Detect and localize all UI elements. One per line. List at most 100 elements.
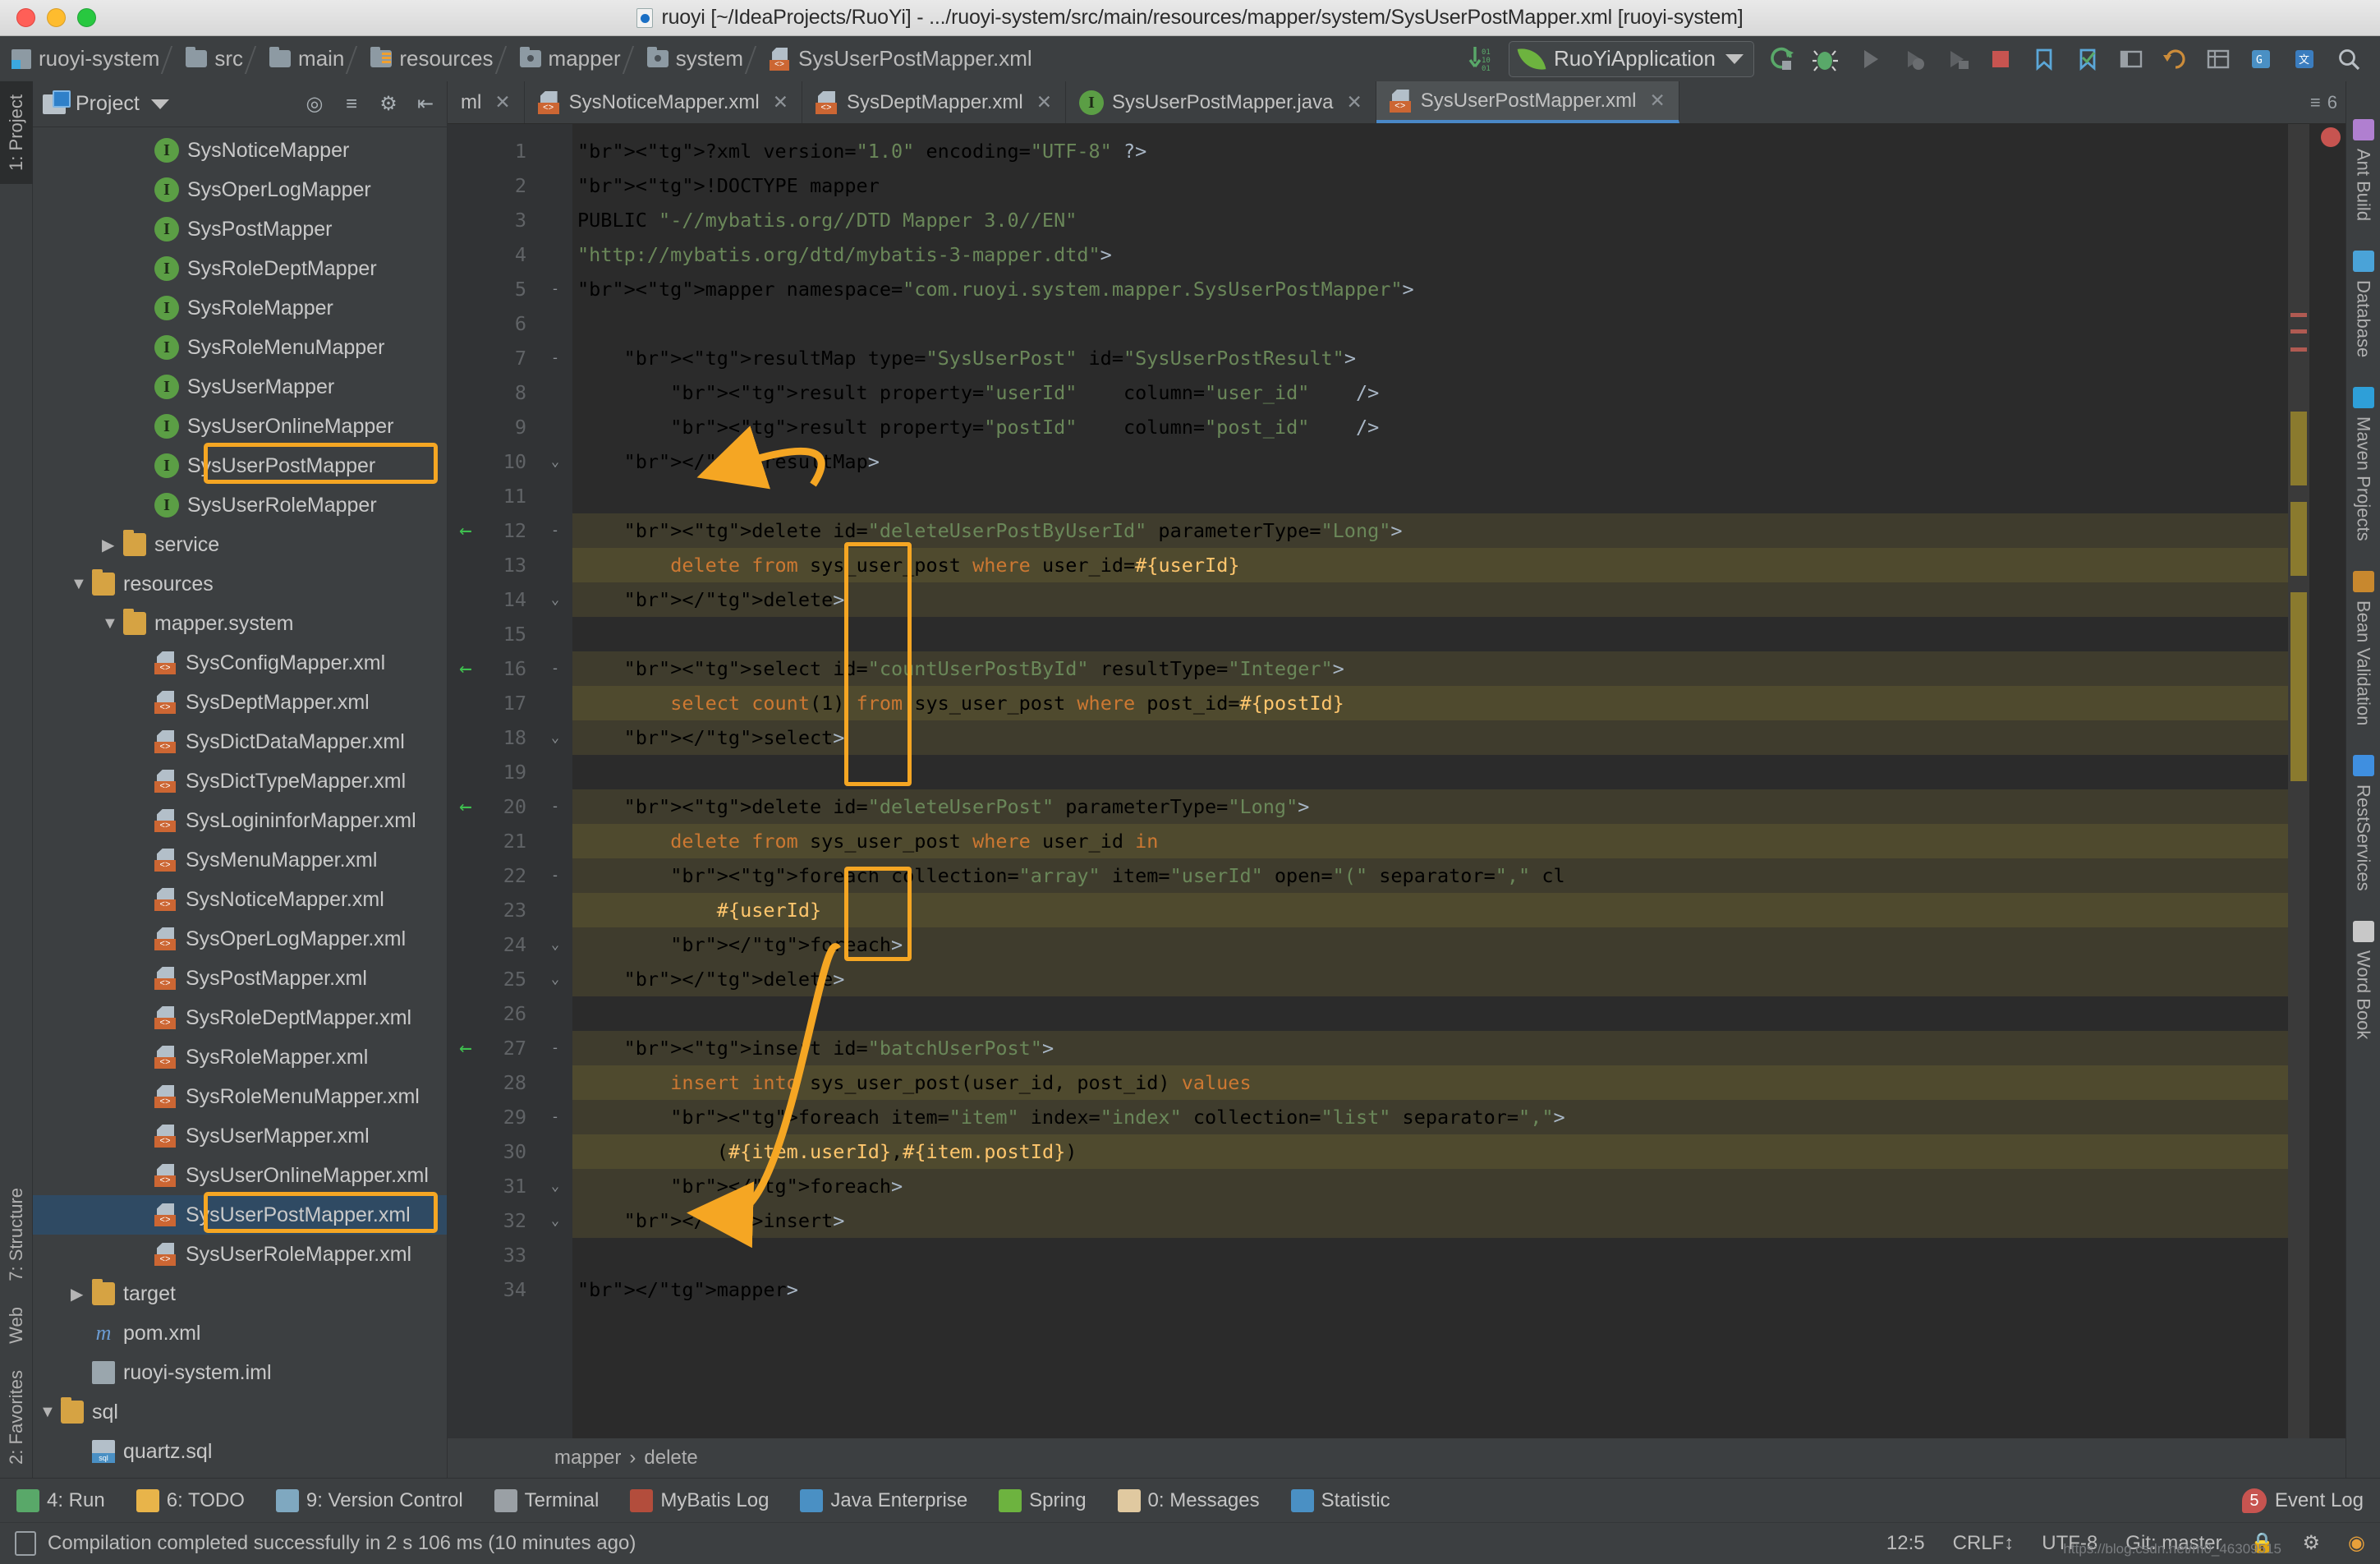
implementation-marker-icon[interactable]: ← — [459, 789, 472, 824]
editor-main[interactable]: 1234567891011←12131415←16171819←20212223… — [448, 124, 2346, 1438]
editor-code[interactable]: "br"><"tg">?xml version="1.0" encoding="… — [572, 124, 2288, 1438]
right-tool-tab[interactable]: Maven Projects — [2347, 372, 2380, 556]
editor-tab[interactable]: <>SysNoticeMapper.xml✕ — [525, 81, 802, 123]
debug-icon[interactable] — [1804, 39, 1848, 80]
gutter-line-number[interactable]: 14 — [448, 582, 538, 617]
code-line[interactable]: "br"><"tg">!DOCTYPE mapper — [572, 168, 2288, 203]
gutter-line-number[interactable]: 9 — [448, 410, 538, 444]
close-tab-icon[interactable]: ✕ — [1036, 91, 1052, 113]
undo-icon[interactable] — [2153, 39, 2196, 80]
code-fold-toggle[interactable] — [538, 824, 572, 858]
caret-position[interactable]: 12:5 — [1886, 1532, 1925, 1555]
code-fold-toggle[interactable]: - — [538, 341, 572, 375]
gutter-line-number[interactable]: 13 — [448, 548, 538, 582]
gutter-line-number[interactable]: 29 — [448, 1100, 538, 1134]
close-tab-icon[interactable]: ✕ — [1346, 91, 1362, 113]
sidebar-tab-structure[interactable]: 7: Structure — [0, 1175, 33, 1295]
breadcrumb-item-file[interactable]: <> SysUserPostMapper.xml — [766, 36, 1036, 81]
settings-gear-icon[interactable]: ⚙ — [377, 93, 400, 116]
tree-item[interactable]: <>SysUserOnlineMapper.xml — [33, 1156, 447, 1195]
breadcrumb-item-main[interactable]: main — [266, 36, 347, 81]
tool-window-button[interactable]: Java Enterprise — [800, 1489, 967, 1512]
code-fold-toggle[interactable] — [538, 686, 572, 720]
code-line[interactable]: delete from sys_user_post where user_id=… — [572, 548, 2288, 582]
editor-tab[interactable]: ISysUserPostMapper.java✕ — [1066, 81, 1376, 123]
code-line[interactable]: select count(1) from sys_user_post where… — [572, 686, 2288, 720]
code-line[interactable] — [572, 755, 2288, 789]
event-log-icon[interactable]: ⚙ — [2303, 1531, 2321, 1555]
code-line[interactable]: delete from sys_user_post where user_id … — [572, 824, 2288, 858]
code-fold-toggle[interactable]: - — [538, 858, 572, 893]
project-file-tree[interactable]: ISysNoticeMapperISysOperLogMapperISysPos… — [33, 127, 447, 1478]
code-line[interactable]: "br"></"tg">mapper> — [572, 1272, 2288, 1307]
breadcrumb-item-resources[interactable]: resources — [367, 36, 496, 81]
gutter-line-number[interactable]: 26 — [448, 996, 538, 1031]
code-fold-toggle[interactable] — [538, 168, 572, 203]
bookmark-check-icon[interactable] — [2065, 39, 2109, 80]
update-project-icon[interactable]: 011001 — [1459, 39, 1502, 80]
editor-tab-bar[interactable]: ml✕<>SysNoticeMapper.xml✕<>SysDeptMapper… — [448, 81, 2346, 124]
gutter-line-number[interactable]: 31 — [448, 1169, 538, 1203]
code-line[interactable]: "br"></"tg">foreach> — [572, 927, 2288, 962]
tab-list-icon[interactable]: ≡ — [2310, 92, 2321, 113]
gutter-line-number[interactable]: 8 — [448, 375, 538, 410]
code-line[interactable]: "br"><"tg">resultMap type="SysUserPost" … — [572, 341, 2288, 375]
code-line[interactable]: "br"><"tg">insert id="batchUserPost"> — [572, 1031, 2288, 1065]
code-fold-toggle[interactable] — [538, 306, 572, 341]
hide-icon[interactable]: ⇤ — [414, 93, 437, 116]
code-fold-toggle[interactable]: - — [538, 272, 572, 306]
settings-icon[interactable] — [2196, 39, 2240, 80]
tree-item[interactable]: ISysRoleMapper — [33, 288, 447, 328]
gutter-line-number[interactable]: ←20 — [448, 789, 538, 824]
tree-item[interactable]: <>SysUserRoleMapper.xml — [33, 1235, 447, 1274]
code-line[interactable]: #{userId} — [572, 893, 2288, 927]
code-line[interactable] — [572, 1238, 2288, 1272]
gutter-line-number[interactable]: 23 — [448, 893, 538, 927]
run-configuration-selector[interactable]: RuoYiApplication — [1509, 41, 1754, 77]
code-fold-toggle[interactable]: - — [538, 513, 572, 548]
code-line[interactable]: "br"><"tg">foreach item="item" index="in… — [572, 1100, 2288, 1134]
code-line[interactable]: "br"></"tg">foreach> — [572, 1169, 2288, 1203]
implementation-marker-icon[interactable]: ← — [459, 513, 472, 548]
tree-item[interactable]: <>SysMenuMapper.xml — [33, 840, 447, 880]
tab-overflow[interactable]: ≡6 — [2302, 81, 2346, 123]
right-tool-tab[interactable]: RestServices — [2347, 740, 2380, 906]
right-tool-tab[interactable]: Database — [2347, 236, 2380, 372]
code-line[interactable]: "br"><"tg">delete id="deleteUserPost" pa… — [572, 789, 2288, 824]
tree-item[interactable]: <>SysRoleDeptMapper.xml — [33, 998, 447, 1037]
tree-item[interactable]: <>SysRoleMenuMapper.xml — [33, 1077, 447, 1116]
tree-item[interactable]: ISysPostMapper — [33, 209, 447, 249]
code-line[interactable] — [572, 306, 2288, 341]
tree-expand-arrow-icon[interactable]: ▼ — [71, 575, 92, 594]
tool-window-button[interactable]: 6: TODO — [136, 1489, 245, 1512]
gutter-line-number[interactable]: 19 — [448, 755, 538, 789]
right-tool-tab[interactable]: Bean Validation — [2347, 556, 2380, 741]
breadcrumb-item-system[interactable]: system — [644, 36, 747, 81]
tree-item[interactable]: ISysRoleDeptMapper — [33, 249, 447, 288]
editor-gutter[interactable]: 1234567891011←12131415←16171819←20212223… — [448, 124, 538, 1438]
gutter-line-number[interactable]: 17 — [448, 686, 538, 720]
code-line[interactable] — [572, 996, 2288, 1031]
gutter-line-number[interactable]: 32 — [448, 1203, 538, 1238]
implementation-marker-icon[interactable]: ← — [459, 1031, 472, 1065]
tool-window-button[interactable]: 4: Run — [16, 1489, 105, 1512]
code-fold-toggle[interactable]: ⌄ — [538, 582, 572, 617]
tree-item[interactable]: ISysUserRoleMapper — [33, 485, 447, 525]
implementation-marker-icon[interactable]: ← — [459, 651, 472, 686]
code-fold-toggle[interactable] — [538, 410, 572, 444]
code-line[interactable]: "br"><"tg">mapper namespace="com.ruoyi.s… — [572, 272, 2288, 306]
code-fold-toggle[interactable]: ⌄ — [538, 1169, 572, 1203]
profile-icon[interactable] — [1935, 39, 1978, 80]
code-fold-toggle[interactable]: ⌄ — [538, 720, 572, 755]
coverage-icon[interactable] — [1891, 39, 1935, 80]
tree-item[interactable]: ▼resources — [33, 564, 447, 604]
inspection-error-icon[interactable] — [2321, 127, 2341, 147]
chevron-down-icon[interactable] — [151, 99, 169, 109]
code-fold-toggle[interactable] — [538, 1272, 572, 1307]
editor-tab[interactable]: ml✕ — [448, 81, 525, 123]
tool-window-button[interactable]: Statistic — [1291, 1489, 1390, 1512]
code-fold-toggle[interactable]: - — [538, 789, 572, 824]
code-fold-toggle[interactable] — [538, 1238, 572, 1272]
editor-tab[interactable]: <>SysDeptMapper.xml✕ — [802, 81, 1066, 123]
code-fold-toggle[interactable] — [538, 617, 572, 651]
